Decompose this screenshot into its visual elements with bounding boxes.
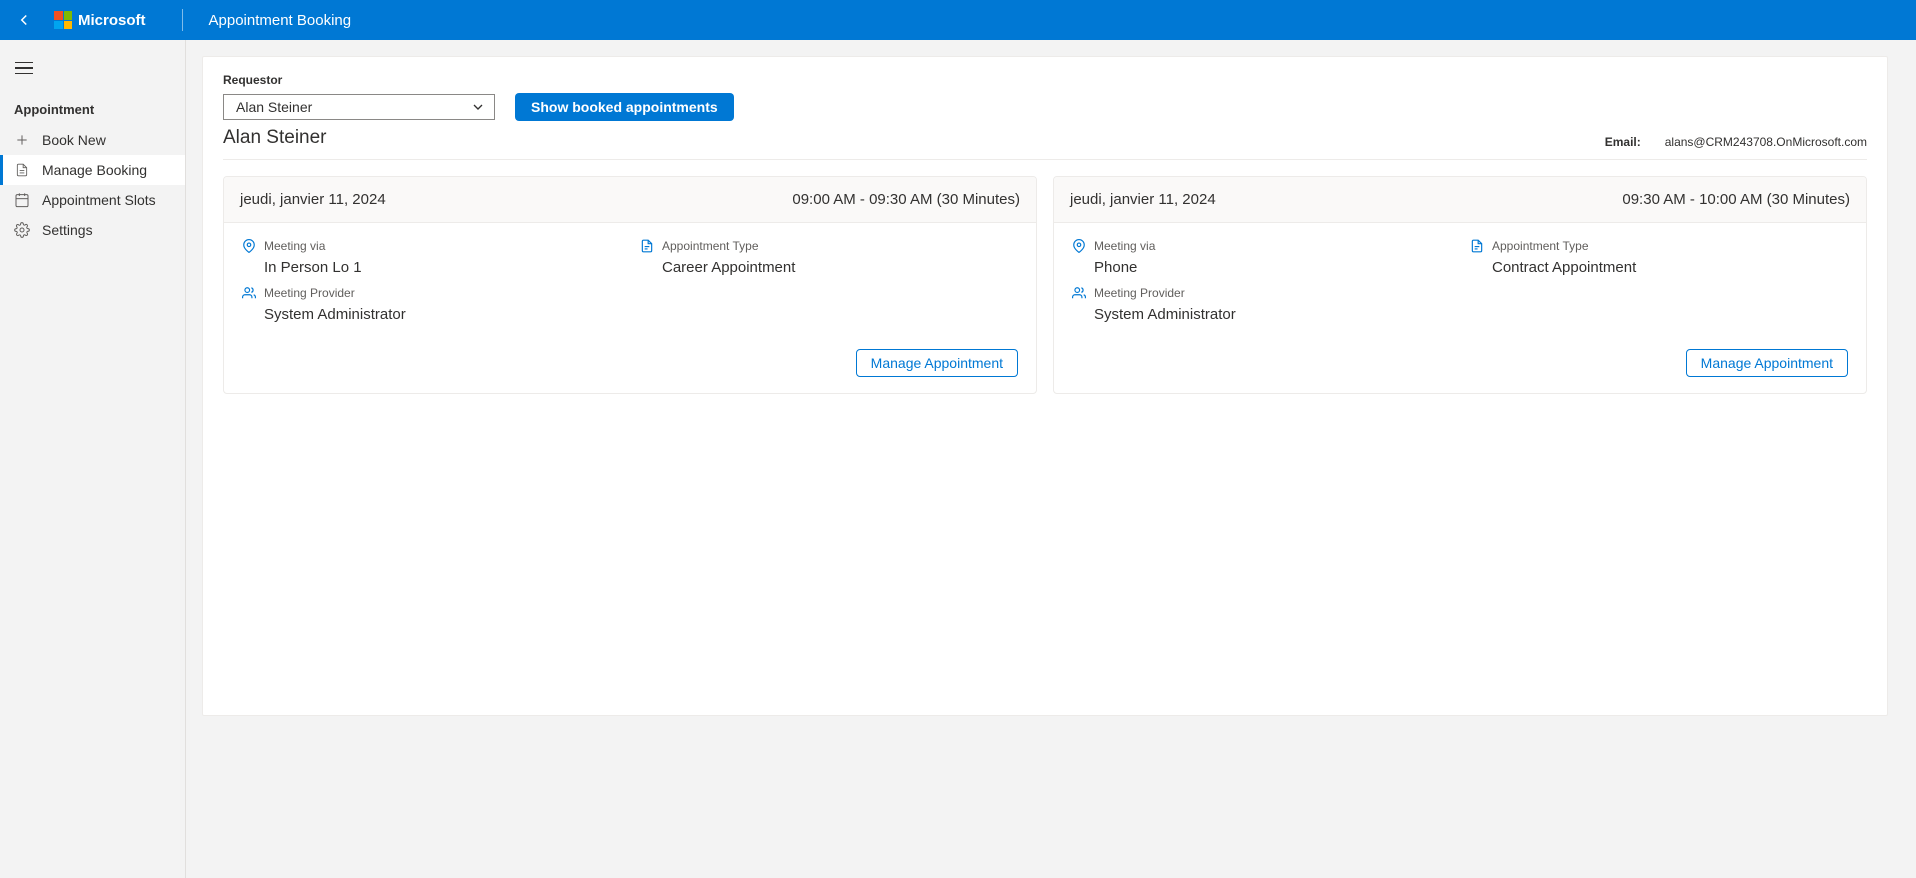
- appointment-date: jeudi, janvier 11, 2024: [1070, 191, 1216, 208]
- app-top-bar: Microsoft Appointment Booking: [0, 0, 1916, 40]
- meeting-via-value: In Person Lo 1: [242, 259, 620, 276]
- document-icon: [14, 162, 30, 178]
- page-title: Appointment Booking: [209, 12, 352, 29]
- appointment-type-label: Appointment Type: [640, 239, 1018, 253]
- chevron-down-icon: [470, 99, 486, 115]
- manage-appointment-button[interactable]: Manage Appointment: [1686, 349, 1848, 377]
- appointment-type-value: Contract Appointment: [1470, 259, 1848, 276]
- sidebar-item-label: Settings: [42, 222, 93, 238]
- file-icon: [1470, 239, 1484, 253]
- requestor-select[interactable]: Alan Steiner: [223, 94, 495, 120]
- back-button[interactable]: [8, 4, 40, 36]
- appointment-card: jeudi, janvier 11, 2024 09:30 AM - 10:00…: [1053, 176, 1867, 394]
- meeting-via-label: Meeting via: [1072, 239, 1450, 253]
- meeting-provider-label: Meeting Provider: [242, 286, 620, 300]
- microsoft-logo-icon: [54, 11, 72, 29]
- sidebar-item-manage-booking[interactable]: Manage Booking: [0, 155, 185, 185]
- sidebar-heading: Appointment: [0, 88, 185, 125]
- requestor-label: Requestor: [223, 73, 1867, 87]
- meeting-provider-value: System Administrator: [1072, 306, 1450, 323]
- hamburger-icon: [15, 62, 33, 75]
- sidebar-item-label: Book New: [42, 132, 106, 148]
- booking-panel: Requestor Alan Steiner Show booked appoi…: [202, 56, 1888, 716]
- appointment-time: 09:00 AM - 09:30 AM (30 Minutes): [792, 191, 1020, 208]
- calendar-icon: [14, 192, 30, 208]
- chevron-left-icon: [15, 11, 33, 29]
- gear-icon: [14, 222, 30, 238]
- email-value: alans@CRM243708.OnMicrosoft.com: [1665, 135, 1867, 149]
- sidebar-item-label: Manage Booking: [42, 162, 147, 178]
- appointment-date: jeudi, janvier 11, 2024: [240, 191, 386, 208]
- location-icon: [1072, 239, 1086, 253]
- sidebar-item-label: Appointment Slots: [42, 192, 156, 208]
- appointment-type-label: Appointment Type: [1470, 239, 1848, 253]
- brand-text: Microsoft: [78, 12, 146, 29]
- sidebar-item-book-new[interactable]: Book New: [0, 125, 185, 155]
- meeting-provider-label: Meeting Provider: [1072, 286, 1450, 300]
- microsoft-logo: Microsoft: [54, 11, 146, 29]
- manage-appointment-button[interactable]: Manage Appointment: [856, 349, 1018, 377]
- appointment-card-header: jeudi, janvier 11, 2024 09:00 AM - 09:30…: [224, 177, 1036, 223]
- meeting-provider-value: System Administrator: [242, 306, 620, 323]
- header-divider: [182, 9, 183, 31]
- menu-toggle-button[interactable]: [4, 48, 44, 88]
- meeting-via-label: Meeting via: [242, 239, 620, 253]
- sidebar-item-settings[interactable]: Settings: [0, 215, 185, 245]
- appointment-card-header: jeudi, janvier 11, 2024 09:30 AM - 10:00…: [1054, 177, 1866, 223]
- requestor-email-block: Email: alans@CRM243708.OnMicrosoft.com: [1605, 135, 1867, 149]
- people-icon: [242, 286, 256, 300]
- sidebar-item-appointment-slots[interactable]: Appointment Slots: [0, 185, 185, 215]
- plus-icon: [14, 132, 30, 148]
- appointment-card: jeudi, janvier 11, 2024 09:00 AM - 09:30…: [223, 176, 1037, 394]
- appointment-time: 09:30 AM - 10:00 AM (30 Minutes): [1622, 191, 1850, 208]
- file-icon: [640, 239, 654, 253]
- meeting-via-value: Phone: [1072, 259, 1450, 276]
- sidebar: Appointment Book New Manage Booking Appo…: [0, 40, 186, 878]
- requestor-name: Alan Steiner: [223, 127, 327, 149]
- email-label: Email:: [1605, 135, 1641, 149]
- main-content: Requestor Alan Steiner Show booked appoi…: [186, 40, 1916, 878]
- location-icon: [242, 239, 256, 253]
- people-icon: [1072, 286, 1086, 300]
- appointment-type-value: Career Appointment: [640, 259, 1018, 276]
- requestor-selected-value: Alan Steiner: [236, 99, 312, 115]
- show-booked-appointments-button[interactable]: Show booked appointments: [515, 93, 734, 121]
